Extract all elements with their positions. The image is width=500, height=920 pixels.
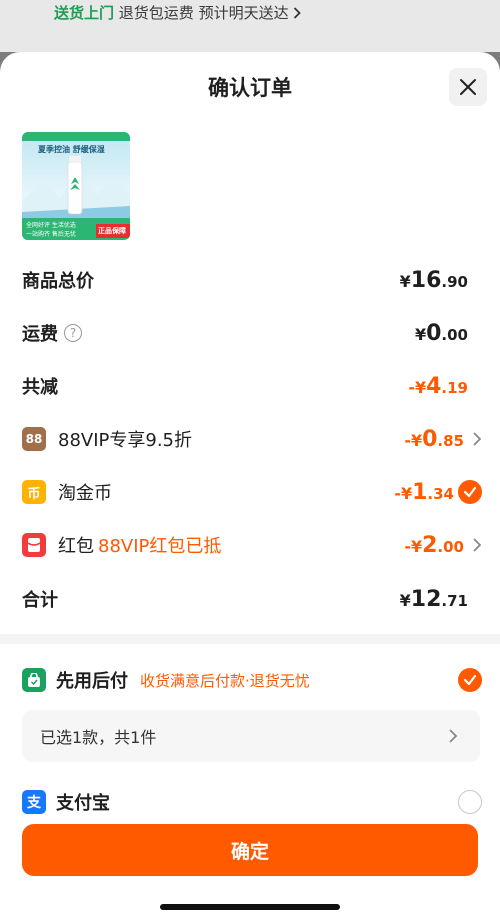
coins-checkbox[interactable] bbox=[458, 480, 482, 504]
chevron-right-icon bbox=[473, 538, 482, 552]
amount-dec: .00 bbox=[441, 326, 468, 344]
grand-total-label: 合计 bbox=[22, 590, 58, 611]
shipping-amount: ¥ 0 .00 bbox=[415, 317, 468, 349]
alipay-icon: 支 bbox=[22, 790, 46, 814]
coins-label: 淘金币 bbox=[58, 483, 112, 504]
return-shipping-label: 退货包运费 bbox=[118, 4, 194, 22]
coin-icon: 币 bbox=[22, 480, 46, 504]
currency-symbol: ¥ bbox=[399, 591, 411, 610]
grand-total-amount: ¥ 12 .71 bbox=[400, 583, 468, 615]
total-discount-label: 共减 bbox=[22, 377, 58, 398]
amount-dec: .34 bbox=[427, 485, 454, 503]
pay-later-subtitle: 收货满意后付款·退货无忧 bbox=[140, 671, 310, 690]
chevron-right-icon bbox=[449, 729, 458, 743]
product-headline: 夏季控油 舒缓保湿 bbox=[38, 145, 105, 154]
amount-int: 16 bbox=[410, 268, 442, 293]
pay-later-option[interactable]: 先用后付 收货满意后付款·退货无忧 bbox=[22, 665, 482, 695]
currency-symbol: -¥ bbox=[404, 537, 423, 556]
order-confirm-sheet: 确认订单 夏季控油 舒缓保湿 全网好评 生活优选 一站购齐 售后无忧 正品保障 … bbox=[0, 52, 500, 920]
home-indicator bbox=[160, 904, 340, 910]
delivery-info-bar: 送货上门 退货包运费 预计明天送达 bbox=[0, 0, 500, 52]
delivery-label: 送货上门 bbox=[54, 4, 115, 22]
currency-symbol: ¥ bbox=[414, 325, 427, 344]
section-divider bbox=[0, 634, 500, 644]
coin-icon-text: 币 bbox=[27, 486, 41, 502]
total-discount-row: 共减 -¥ 4 .19 bbox=[22, 370, 482, 402]
vip-icon-text: 88 bbox=[25, 432, 43, 446]
currency-symbol: -¥ bbox=[404, 431, 423, 450]
alipay-icon-text: 支 bbox=[27, 795, 41, 811]
vip-discount-label: 88VIP专享9.5折 bbox=[58, 430, 193, 451]
redpack-row[interactable]: 红包 88VIP红包已抵 -¥ 2 .00 bbox=[22, 529, 482, 561]
coins-discount-row[interactable]: 币 淘金币 -¥ 1 .34 bbox=[22, 476, 482, 508]
check-icon bbox=[463, 674, 477, 686]
vip-discount-row[interactable]: 88 88VIP专享9.5折 -¥ 0 .85 bbox=[22, 423, 482, 455]
confirm-button[interactable]: 确定 bbox=[22, 824, 478, 876]
goods-total-row: 商品总价 ¥ 16 .90 bbox=[22, 264, 482, 296]
chevron-right-icon bbox=[473, 432, 482, 446]
product-rank: 全网好评 生活优选 bbox=[26, 222, 76, 229]
shopping-bag-icon bbox=[22, 668, 46, 692]
selected-items-label: 已选1款，共1件 bbox=[40, 728, 157, 747]
amount-dec: .85 bbox=[437, 432, 464, 450]
amount-dec: .19 bbox=[441, 379, 468, 397]
pay-later-label: 先用后付 bbox=[56, 671, 128, 692]
check-icon bbox=[463, 486, 477, 498]
alipay-label: 支付宝 bbox=[56, 793, 110, 814]
red-packet-icon bbox=[22, 533, 46, 557]
amount-int: 0 bbox=[426, 321, 442, 346]
close-button[interactable] bbox=[449, 68, 487, 106]
info-icon[interactable]: ? bbox=[64, 324, 82, 342]
amount-int: 12 bbox=[410, 587, 442, 612]
amount-int: 2 bbox=[422, 533, 438, 558]
currency-symbol: -¥ bbox=[394, 484, 413, 503]
product-badge: 正品保障 bbox=[98, 227, 126, 235]
total-discount-amount: -¥ 4 .19 bbox=[408, 370, 468, 402]
coins-amount: -¥ 1 .34 bbox=[394, 476, 454, 508]
goods-total-amount: ¥ 16 .90 bbox=[400, 264, 468, 296]
vip-88-icon: 88 bbox=[22, 427, 46, 451]
product-image[interactable]: 夏季控油 舒缓保湿 全网好评 生活优选 一站购齐 售后无忧 正品保障 bbox=[22, 132, 130, 240]
amount-dec: .71 bbox=[441, 592, 468, 610]
alipay-radio[interactable] bbox=[458, 790, 482, 814]
amount-dec: .90 bbox=[441, 273, 468, 291]
page-title: 确认订单 bbox=[208, 76, 292, 100]
shipping-row: 运费 ? ¥ 0 .00 bbox=[22, 317, 482, 349]
currency-symbol: ¥ bbox=[399, 272, 411, 291]
redpack-label: 红包 bbox=[58, 536, 94, 557]
amount-int: 4 bbox=[426, 374, 442, 399]
redpack-promo: 88VIP红包已抵 bbox=[98, 536, 222, 557]
amount-int: 1 bbox=[412, 480, 428, 505]
amount-dec: .00 bbox=[437, 538, 464, 556]
product-promo: 一站购齐 售后无忧 bbox=[26, 231, 76, 238]
close-icon bbox=[460, 79, 476, 95]
redpack-amount: -¥ 2 .00 bbox=[404, 529, 464, 561]
vip-discount-amount: -¥ 0 .85 bbox=[404, 423, 464, 455]
currency-symbol: -¥ bbox=[408, 378, 427, 397]
amount-int: 0 bbox=[422, 427, 438, 452]
delivery-info-line[interactable]: 送货上门 退货包运费 预计明天送达 bbox=[54, 3, 302, 23]
shipping-label: 运费 bbox=[22, 324, 58, 345]
pay-later-radio[interactable] bbox=[458, 668, 482, 692]
goods-total-label: 商品总价 bbox=[22, 271, 94, 292]
grand-total-row: 合计 ¥ 12 .71 bbox=[22, 583, 482, 615]
eta-label: 预计明天送达 bbox=[198, 4, 289, 22]
chevron-right-icon bbox=[294, 7, 302, 19]
selected-items-row[interactable]: 已选1款，共1件 bbox=[22, 710, 480, 762]
alipay-option[interactable]: 支 支付宝 bbox=[22, 787, 482, 817]
